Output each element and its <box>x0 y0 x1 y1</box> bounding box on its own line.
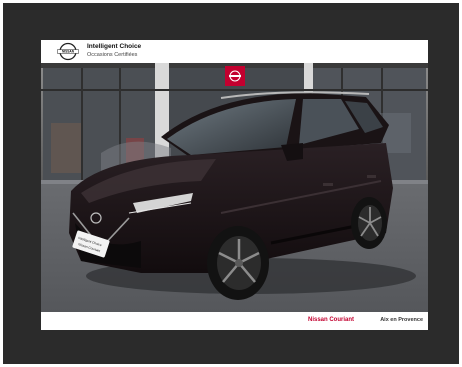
dealer-city: Aix en Provence <box>380 317 423 323</box>
front-wheel <box>207 226 269 300</box>
logo-text: NISSAN <box>62 50 75 54</box>
listing-photo-card: NISSAN Intelligent Choice Occasions Cert… <box>41 40 428 330</box>
rear-wheel <box>351 197 387 249</box>
header-banner: NISSAN Intelligent Choice Occasions Cert… <box>41 40 428 63</box>
car-photo: Intelligent Choice Nissan Courtant <box>41 63 428 312</box>
footer-banner: Nissan Couriant Aix en Provence <box>41 312 428 330</box>
nissan-logo-icon: NISSAN <box>57 42 79 61</box>
dealer-name: Nissan Couriant <box>307 317 354 323</box>
header-title: Intelligent Choice <box>87 43 142 50</box>
header-subtitle: Occasions Certifiées <box>87 52 138 58</box>
